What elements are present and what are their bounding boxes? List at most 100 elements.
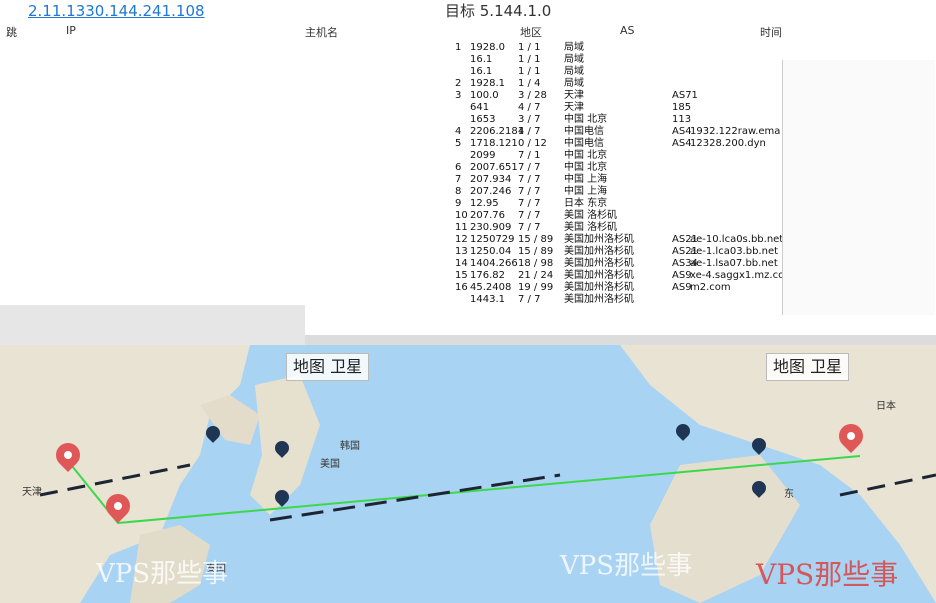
route-map[interactable]: 地图 卫星 地图 卫星 天津 日本 韩国 美国 泰国 东 VPS那些事 VPS那… — [0, 345, 936, 603]
cell-hop: 10 — [455, 210, 468, 221]
cell-region: 天津 — [564, 102, 584, 113]
cell-ms: 2206.2181 — [470, 126, 525, 137]
cell-region: 美国 洛杉矶 — [564, 222, 618, 233]
cell-hop: 14 — [455, 258, 468, 269]
cell-region: 日本 东京 — [564, 198, 608, 209]
cell-loss: 1 / 1 — [518, 42, 541, 53]
cell-as: AS9 — [672, 270, 692, 281]
map-toggle-right[interactable]: 地图 卫星 — [766, 353, 850, 381]
table-row[interactable]: 9 12.95 7 / 7 日本 东京 — [0, 198, 780, 210]
table-row[interactable]: 6 2007.651 7 / 7 中国 北京 — [0, 162, 780, 174]
map-toggle-map[interactable]: 地图 — [293, 357, 325, 376]
splitter[interactable] — [305, 335, 936, 345]
table-row[interactable]: 13 1250.04 15 / 89 美国加州洛杉矶 AS21 ae-1.lca03.bb… — [0, 246, 780, 258]
cell-hop: 12 — [455, 234, 468, 245]
cell-ms: 207.246 — [470, 186, 512, 197]
cell-hop: 3 — [455, 90, 462, 101]
header-as[interactable]: AS — [620, 24, 635, 37]
cell-ms: 16.1 — [470, 54, 493, 65]
cell-loss: 0 / 12 — [518, 138, 547, 149]
cell-loss: 7 / 7 — [518, 222, 541, 233]
cell-host: 12328.200.dyn — [690, 138, 766, 149]
cell-ms: 1404.266 — [470, 258, 518, 269]
status-area — [0, 305, 305, 345]
cell-ms: 2099 — [470, 150, 496, 161]
cell-ms: 1928.1 — [470, 78, 505, 89]
table-row[interactable]: 8 207.246 7 / 7 中国 上海 — [0, 186, 780, 198]
table-row[interactable]: 7 207.934 7 / 7 中国 上海 — [0, 174, 780, 186]
map-label-usa: 美国 — [320, 459, 340, 470]
table-row[interactable]: 15 176.82 21 / 24 美国加州洛杉矶 AS9 xe-4.saggx1.mz.… — [0, 270, 794, 282]
cell-hop: 8 — [455, 186, 462, 197]
cell-as: AS9 — [672, 282, 692, 293]
cell-region: 局域 — [564, 54, 584, 65]
table-row[interactable]: 16.1 1 / 1 局域 — [0, 54, 780, 66]
cell-ms: 1718.121 — [470, 138, 518, 149]
cell-host: ae-1.lsa07.bb.net — [690, 258, 778, 269]
cell-ms: 1653 — [470, 114, 496, 125]
table-row[interactable]: 10 207.76 7 / 7 美国 洛杉矶 — [0, 210, 780, 222]
cell-region: 美国加州洛杉矶 — [564, 246, 634, 257]
header-host[interactable]: 主机名 — [305, 24, 338, 40]
map-label-east: 东 — [784, 489, 794, 500]
table-row[interactable]: 14 1404.266 18 / 98 美国加州洛杉矶 AS34 ae-1.lsa07.b… — [0, 258, 780, 270]
cell-loss: 15 / 89 — [518, 234, 554, 245]
cell-hop: 4 — [455, 126, 462, 137]
table-row[interactable]: 2 1928.1 1 / 4 局域 — [0, 78, 780, 90]
table-row[interactable]: 1 1928.0 1 / 1 局域 — [0, 42, 780, 54]
cell-hop: 6 — [455, 162, 462, 173]
table-row[interactable]: 5 1718.121 0 / 12 中国电信 AS4 12328.200.dyn — [0, 138, 780, 150]
cell-region: 美国加州洛杉矶 — [564, 294, 634, 305]
table-row[interactable]: 2099 7 / 1 中国 北京 — [0, 150, 780, 162]
cell-ms: 1928.0 — [470, 42, 505, 53]
cell-loss: 19 / 99 — [518, 282, 554, 293]
cell-loss: 18 / 98 — [518, 258, 554, 269]
cell-ms: 1250729 — [470, 234, 515, 245]
cell-host: 1932.122raw.ema — [690, 126, 781, 137]
table-row[interactable]: 11 230.909 7 / 7 美国 洛杉矶 — [0, 222, 780, 234]
cell-as: AS4 — [672, 126, 692, 137]
cell-loss: 3 / 7 — [518, 114, 541, 125]
table-row[interactable]: 3 100.0 3 / 28 天津 AS71 — [0, 90, 780, 102]
cell-hop: 2 — [455, 78, 462, 89]
cell-region: 美国加州洛杉矶 — [564, 270, 634, 281]
table-row[interactable]: 12 1250729 15 / 89 美国加州洛杉矶 AS21 ae-10.lca0s.b… — [0, 234, 783, 246]
cell-region: 美国加州洛杉矶 — [564, 258, 634, 269]
cell-hop: 5 — [455, 138, 462, 149]
source-ip-link[interactable]: 2.11.1330.144.241.108 — [28, 0, 205, 22]
cell-ms: 2007.651 — [470, 162, 518, 173]
table-row[interactable]: 4 2206.2181 4 / 7 中国电信 AS4 1932.122raw.ema — [0, 126, 780, 138]
traceroute-pane: 2.11.1330.144.241.108 目标 5.144.1.0 跳 IP … — [0, 0, 936, 345]
header-time[interactable]: 时间 — [760, 24, 782, 40]
table-row[interactable]: 16.1 1 / 1 局域 — [0, 66, 780, 78]
cell-region: 局域 — [564, 78, 584, 89]
detail-panel — [782, 60, 935, 315]
map-toggle-left[interactable]: 地图 卫星 — [286, 353, 370, 381]
cell-region: 中国 北京 — [564, 162, 608, 173]
cell-region: 中国 北京 — [564, 150, 608, 161]
cell-loss: 7 / 7 — [518, 162, 541, 173]
cell-loss: 1 / 1 — [518, 66, 541, 77]
cell-loss: 7 / 7 — [518, 186, 541, 197]
map-toggle-satellite-2[interactable]: 卫星 — [810, 357, 842, 376]
table-row[interactable]: 1653 3 / 7 中国 北京 113 — [0, 114, 780, 126]
cell-hop: 16 — [455, 282, 468, 293]
header-ip[interactable]: IP — [66, 24, 76, 37]
cell-region: 美国加州洛杉矶 — [564, 282, 634, 293]
cell-loss: 1 / 4 — [518, 78, 541, 89]
table-row[interactable]: 641 4 / 7 天津 185 — [0, 102, 780, 114]
cell-hop: 11 — [455, 222, 468, 233]
cell-loss: 15 / 89 — [518, 246, 554, 257]
map-toggle-map-2[interactable]: 地图 — [773, 357, 805, 376]
cell-ms: 16.1 — [470, 66, 493, 77]
cell-ms: 641 — [470, 102, 490, 113]
cell-loss: 7 / 7 — [518, 198, 541, 209]
cell-hop: 1 — [455, 42, 462, 53]
header-region[interactable]: 地区 — [520, 24, 542, 40]
cell-as: 185 — [672, 102, 692, 113]
header-hop[interactable]: 跳 — [6, 24, 17, 40]
cell-host: ae-1.lca03.bb.net — [690, 246, 779, 257]
map-toggle-satellite[interactable]: 卫星 — [330, 357, 362, 376]
cell-ms: 230.909 — [470, 222, 512, 233]
table-row[interactable]: 16 45.2408 19 / 99 美国加州洛杉矶 AS9 m2.com — [0, 282, 780, 294]
